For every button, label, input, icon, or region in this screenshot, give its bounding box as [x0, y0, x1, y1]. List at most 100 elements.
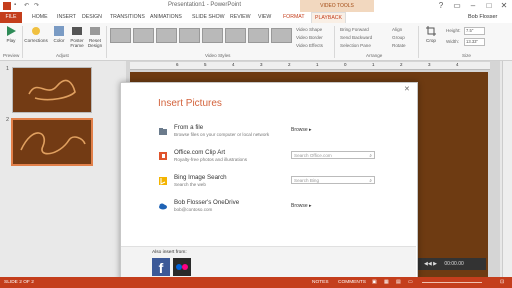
corrections-button[interactable]: Corrections	[24, 25, 48, 53]
ruler-mark: 1	[316, 62, 319, 67]
video-style-thumbnail[interactable]	[179, 28, 200, 43]
browse-files-button[interactable]: Browse ▸	[291, 127, 312, 133]
search-icon[interactable]: ⌕	[369, 177, 372, 185]
slide-thumbnail-2[interactable]	[11, 118, 93, 166]
group-button[interactable]: Group	[392, 34, 405, 41]
tab-design[interactable]: DESIGN	[82, 12, 102, 23]
onedrive-icon	[159, 203, 167, 210]
comments-button[interactable]: COMMENTS	[338, 277, 366, 288]
ribbon-separator	[22, 26, 23, 58]
tab-format[interactable]: FORMAT	[283, 12, 305, 23]
dialog-close-button[interactable]: ✕	[404, 85, 410, 93]
color-label: Color	[53, 38, 65, 43]
group-label-arrange: Arrange	[366, 53, 383, 58]
group-label-size: Size	[462, 53, 471, 58]
video-style-thumbnail[interactable]	[156, 28, 177, 43]
view-normal-icon[interactable]: ▣	[372, 277, 377, 288]
zoom-slider[interactable]	[422, 282, 482, 283]
onedrive-subtitle: bob@contoso.com	[174, 207, 213, 212]
close-window-button[interactable]: ✕	[497, 1, 511, 11]
play-pause-icon[interactable]: ◀◀ ▶	[424, 261, 437, 267]
ruler-mark: 5	[204, 62, 207, 67]
ruler-mark: 4	[456, 62, 459, 67]
poster-frame-label: Poster Frame	[70, 38, 84, 48]
view-sorter-icon[interactable]: ▦	[384, 277, 389, 288]
video-style-thumbnail[interactable]	[110, 28, 131, 43]
onedrive-title[interactable]: Bob Flosser's OneDrive	[174, 199, 239, 206]
video-style-thumbnail[interactable]	[133, 28, 154, 43]
slide-number: 2	[6, 117, 10, 123]
help-button[interactable]: ?	[434, 1, 448, 11]
color-button[interactable]: Color	[50, 25, 68, 53]
video-effects-button[interactable]: Video Effects	[296, 42, 323, 49]
video-border-button[interactable]: Video Border	[296, 34, 323, 41]
folder-icon	[159, 128, 167, 135]
tab-view[interactable]: VIEW	[258, 12, 271, 23]
tab-slide-show[interactable]: SLIDE SHOW	[192, 12, 225, 23]
play-button[interactable]: Play	[2, 25, 20, 53]
width-field[interactable]: 13.33"	[464, 38, 485, 46]
redo-icon[interactable]: ↷	[34, 2, 42, 10]
tab-insert[interactable]: INSERT	[57, 12, 76, 23]
align-button[interactable]: Align	[392, 26, 402, 33]
tab-home[interactable]: HOME	[32, 12, 48, 23]
clip-art-subtitle: Royalty-free photos and illustrations	[174, 157, 248, 162]
height-field[interactable]: 7.5"	[464, 27, 485, 35]
office-search-input[interactable]: Search Office.com ⌕	[291, 151, 375, 159]
bring-forward-button[interactable]: Bring Forward	[340, 26, 369, 33]
view-reading-icon[interactable]: ▤	[396, 277, 401, 288]
ribbon-display-button[interactable]: ▭	[450, 1, 464, 11]
video-style-thumbnail[interactable]	[271, 28, 292, 43]
ruler-mark: 1	[372, 62, 375, 67]
flickr-icon[interactable]	[173, 258, 191, 276]
reset-design-button[interactable]: Reset Design	[86, 25, 104, 53]
ruler-mark: 3	[260, 62, 263, 67]
undo-icon[interactable]: ↶	[24, 2, 32, 10]
slide-thumbnail-1[interactable]	[12, 67, 92, 113]
browse-onedrive-button[interactable]: Browse ▸	[291, 203, 312, 209]
reset-design-label: Reset Design	[87, 38, 103, 48]
from-file-title[interactable]: From a file	[174, 124, 203, 131]
video-style-thumbnail[interactable]	[225, 28, 246, 43]
video-shape-button[interactable]: Video Shape	[296, 26, 322, 33]
crop-button[interactable]: Crop	[422, 25, 440, 53]
search-icon[interactable]: ⌕	[369, 152, 372, 160]
facebook-icon[interactable]: f	[152, 258, 170, 276]
tab-transitions[interactable]: TRANSITIONS	[110, 12, 145, 23]
flickr-dots-graphic	[176, 264, 188, 270]
clip-art-title[interactable]: Office.com Clip Art	[174, 149, 225, 156]
video-player-controls[interactable]: ◀◀ ▶ 00:00.00	[418, 258, 486, 270]
tab-review[interactable]: REVIEW	[230, 12, 250, 23]
window-title: Presentation1 - PowerPoint	[168, 2, 242, 8]
height-label: Height:	[446, 28, 461, 33]
video-style-thumbnail[interactable]	[248, 28, 269, 43]
bing-search-input[interactable]: Search Bing ⌕	[291, 176, 375, 184]
ruler-mark: 3	[428, 62, 431, 67]
bing-search-subtitle: Search the web	[174, 182, 206, 187]
rotate-button[interactable]: Rotate	[392, 42, 406, 49]
selection-pane-button[interactable]: Selection Pane	[340, 42, 371, 49]
ruler-mark: 2	[288, 62, 291, 67]
squiggle-graphic	[28, 79, 76, 101]
bing-search-title[interactable]: Bing Image Search	[174, 174, 227, 181]
tab-animations[interactable]: ANIMATIONS	[150, 12, 182, 23]
send-backward-button[interactable]: Send Backward	[340, 34, 372, 41]
save-icon[interactable]: ▪	[14, 2, 22, 10]
notes-button[interactable]: NOTES	[312, 277, 329, 288]
ruler-mark: 6	[176, 62, 179, 67]
minimize-button[interactable]: –	[466, 1, 480, 11]
video-tools-context-label: VIDEO TOOLS	[300, 0, 374, 12]
user-account[interactable]: Bob Flosser	[468, 12, 497, 23]
vertical-scrollbar[interactable]	[502, 61, 512, 277]
status-bar: SLIDE 2 OF 2 NOTES COMMENTS ▣ ▦ ▤ ▭ ⊡	[0, 277, 512, 288]
color-icon	[54, 26, 64, 36]
poster-frame-button[interactable]: Poster Frame	[68, 25, 86, 53]
ribbon-separator	[106, 26, 107, 58]
video-style-thumbnail[interactable]	[202, 28, 223, 43]
fit-slide-icon[interactable]: ⊡	[500, 277, 504, 288]
dialog-title: Insert Pictures	[158, 98, 222, 109]
slide-counter: SLIDE 2 OF 2	[4, 280, 34, 285]
tab-file[interactable]: FILE	[0, 12, 22, 23]
view-slideshow-icon[interactable]: ▭	[408, 277, 413, 288]
maximize-button[interactable]: □	[482, 1, 496, 11]
